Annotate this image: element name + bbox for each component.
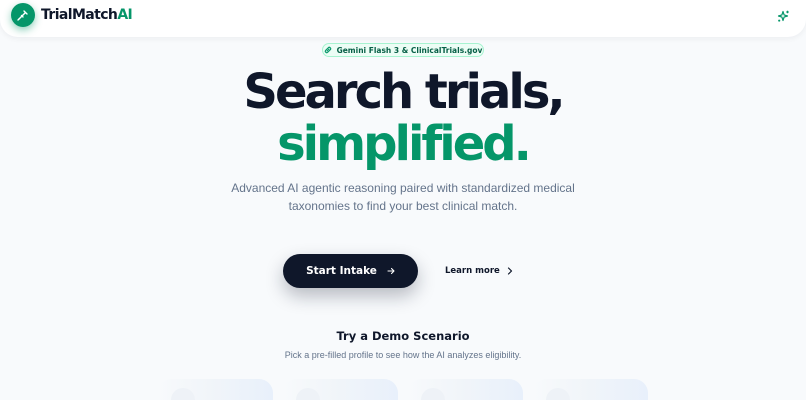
chevron-right-icon	[507, 262, 513, 280]
headline-line-1: Search trials,	[243, 64, 565, 120]
scenario-avatar	[546, 388, 570, 400]
demo-scenario-card[interactable]	[407, 379, 523, 400]
learn-more-label: Learn more	[445, 266, 500, 276]
demo-section-title: Try a Demo Scenario	[336, 329, 470, 343]
demo-scenario-card[interactable]	[282, 379, 398, 400]
demo-scenario-card[interactable]	[532, 379, 648, 400]
brand-logo[interactable]: TrialMatchAI	[41, 7, 133, 23]
model-badge: Gemini Flash 3 & ClinicalTrials.gov	[322, 43, 484, 57]
headline-line-2: simplified.	[277, 116, 532, 172]
demo-scenario-card[interactable]	[157, 379, 273, 400]
scenario-avatar	[421, 388, 445, 400]
stethoscope-logo-icon[interactable]	[11, 3, 35, 27]
scenario-avatar	[171, 388, 195, 400]
start-intake-label: Start Intake	[306, 265, 377, 277]
pill-icon	[324, 41, 332, 59]
arrow-right-icon	[387, 262, 395, 280]
start-intake-button[interactable]: Start Intake	[283, 254, 418, 288]
landing-page: TrialMatchAI Gemini Flash 3 & ClinicalTr…	[0, 0, 806, 400]
scenario-avatar	[296, 388, 320, 400]
learn-more-link[interactable]: Learn more	[445, 263, 513, 279]
hero-subtitle: Advanced AI agentic reasoning paired wit…	[231, 181, 575, 213]
brand-suffix: AI	[117, 7, 133, 23]
badge-text: Gemini Flash 3 & ClinicalTrials.gov	[336, 45, 483, 55]
sparkles-icon[interactable]	[775, 8, 791, 24]
brand-name: TrialMatch	[41, 7, 118, 23]
top-nav: TrialMatchAI	[0, 0, 806, 37]
demo-section-subtitle: Pick a pre-filled profile to see how the…	[284, 350, 522, 360]
